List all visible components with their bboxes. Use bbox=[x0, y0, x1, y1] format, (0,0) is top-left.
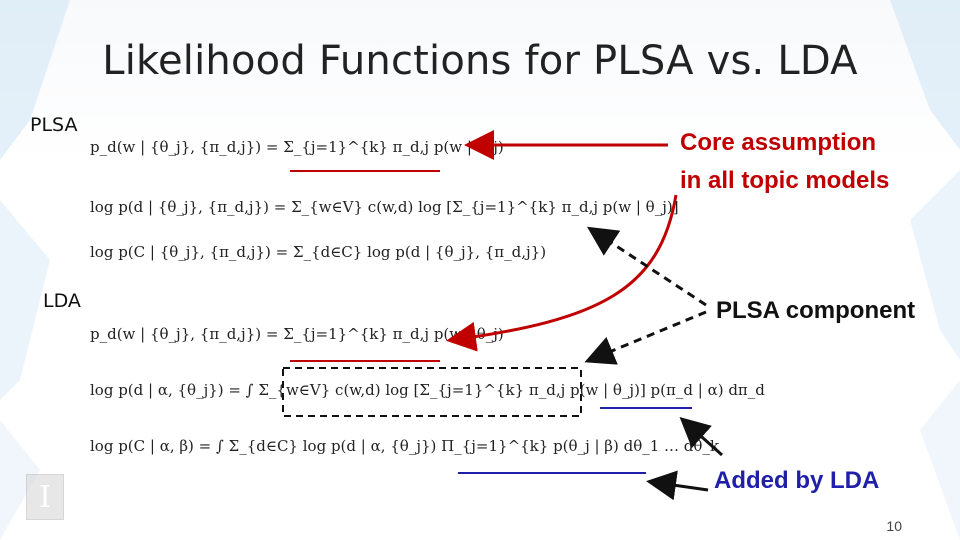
arrow-core-lda bbox=[446, 194, 678, 352]
callout-plsa-component: PLSA component bbox=[716, 297, 916, 324]
callout-added-by-lda: Added by LDA bbox=[714, 467, 880, 494]
callout-core-line2: in all topic models bbox=[680, 167, 890, 194]
arrow-plsa-component-lower bbox=[584, 310, 707, 365]
page-number: 10 bbox=[886, 518, 902, 534]
plsa-component-box bbox=[282, 367, 582, 417]
callout-core-assumption: Core assumption in all topic models bbox=[680, 124, 889, 200]
arrow-added-lda-upper bbox=[679, 416, 724, 457]
university-logo-icon: I bbox=[26, 474, 64, 520]
arrow-plsa-component-upper bbox=[586, 226, 707, 307]
annotation-overlay bbox=[282, 130, 724, 501]
slide: Likelihood Functions for PLSA vs. LDA PL… bbox=[0, 0, 960, 540]
arrow-added-lda-lower bbox=[646, 470, 709, 501]
callout-core-line1: Core assumption bbox=[680, 129, 877, 156]
